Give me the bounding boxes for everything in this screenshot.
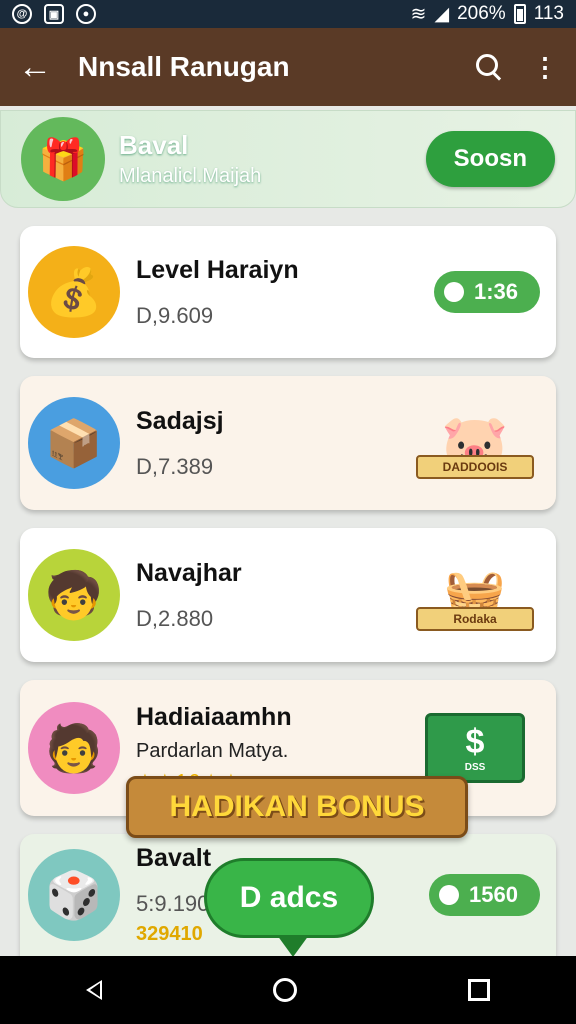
pill-value: 1560 [469, 882, 518, 907]
nav-home-icon[interactable] [272, 978, 297, 1002]
cash-box-label: DSS [464, 762, 486, 773]
wifi-icon: ≋ [410, 3, 427, 25]
app-bar: ← Nnsall Ranugan ⋮ [0, 28, 576, 106]
banner-subtitle: Mlanalicl.Maijah [119, 165, 262, 187]
avatar-kid-icon: 🧑 [28, 702, 120, 794]
notification-icon: @ [12, 4, 32, 24]
card-amount: 5:9.190 [136, 891, 210, 916]
ribbon-label: Rodaka [416, 607, 534, 631]
page-title: Nnsall Ranugan [78, 51, 290, 82]
gallery-icon: ▣ [44, 4, 64, 24]
search-icon[interactable] [476, 54, 502, 80]
card-amount: D,2.880 [136, 605, 214, 631]
timer-pill[interactable]: 1560 [429, 874, 540, 916]
pill-value: 1:36 [473, 279, 518, 304]
banner-button[interactable]: Soosn [425, 131, 555, 187]
status-bar: @ ▣ ● ≋ ◢ 206% 113 [0, 0, 576, 28]
coin-icon: 💰 [28, 246, 120, 338]
coin-count: 329410 [136, 923, 203, 945]
system-nav-bar [0, 956, 576, 1024]
treasure-box-icon: 📦 [28, 397, 120, 489]
dice-box-icon: 🎲 [28, 849, 120, 941]
toggle-dot-icon [443, 282, 464, 302]
list-item-card-2[interactable]: 📦 Sadajsj D,7.389 🐷 DADDOOIS [20, 376, 556, 510]
status-time: 113 [533, 3, 564, 24]
nav-recents-icon[interactable] [468, 979, 491, 1001]
back-arrow-icon[interactable]: ← [18, 48, 58, 87]
avatar-boy-icon: 🧒 [28, 549, 120, 641]
status-percent: 206% [457, 3, 506, 24]
fruit-basket-illustration: 🧺 Rodaka [410, 545, 540, 645]
card-title: Navajhar [136, 558, 242, 587]
piggy-bank-illustration: 🐷 DADDOOIS [410, 393, 540, 493]
more-options-icon[interactable]: ⋮ [532, 54, 558, 80]
card-amount: D,9.609 [136, 302, 214, 328]
card-title: Sadajsj [136, 406, 224, 435]
app-notification-icon: ● [76, 4, 96, 24]
nav-back-icon[interactable] [85, 980, 102, 1000]
battery-icon [513, 4, 526, 24]
signal-icon: ◢ [434, 3, 450, 25]
list-item-card-1[interactable]: 💰 Level Haraiyn D,9.609 1:36 [20, 226, 556, 358]
cash-box-icon: $ DSS [425, 713, 525, 783]
card-amount: D,7.389 [136, 453, 214, 479]
toggle-dot-icon [439, 885, 460, 905]
timer-pill[interactable]: 1:36 [433, 271, 540, 313]
card-title: Hadiaiaamhn [136, 702, 292, 731]
ribbon-label: DADDOOIS [416, 455, 534, 479]
dollar-icon: $ [465, 723, 485, 761]
card-title: Level Haraiyn [136, 255, 299, 284]
card-subtitle: Pardarlan Matya. [136, 739, 289, 762]
bonus-banner[interactable]: HADIKAN BONUS [126, 776, 468, 838]
speech-bubble-button[interactable]: D adcs [204, 858, 374, 957]
list-item-card-3[interactable]: 🧒 Navajhar D,2.880 🧺 Rodaka [20, 528, 556, 662]
featured-banner: 🎁 Baval Mlanalicl.Maijah Soosn [0, 110, 576, 208]
gift-box-icon: 🎁 [21, 117, 105, 201]
card-title: Bavalt [136, 844, 212, 872]
banner-title: Baval [119, 130, 189, 160]
